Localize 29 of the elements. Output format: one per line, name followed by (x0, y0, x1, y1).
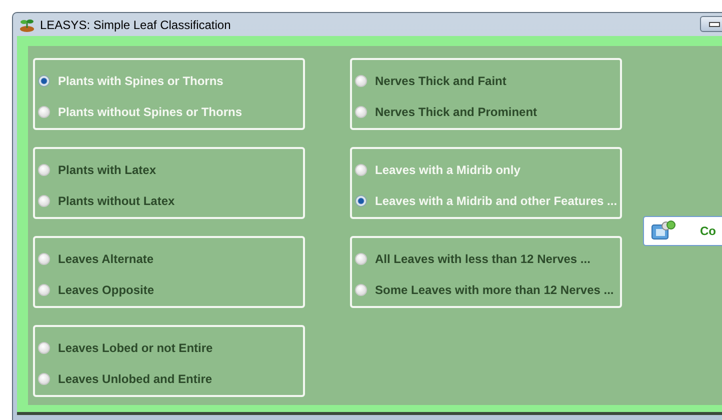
radio-button[interactable] (355, 106, 367, 118)
radio-button[interactable] (38, 106, 50, 118)
radio-button[interactable] (38, 342, 50, 354)
plant-pot-icon (19, 16, 35, 32)
radio-button[interactable] (355, 164, 367, 176)
radio-option[interactable]: All Leaves with less than 12 Nerves ... (355, 250, 620, 268)
radio-option[interactable]: Plants with Latex (38, 161, 303, 179)
radio-option[interactable]: Nerves Thick and Faint (355, 72, 620, 90)
side-button[interactable]: Co (643, 216, 722, 246)
radio-option[interactable]: Leaves Unlobed and Entire (38, 370, 303, 388)
radio-button[interactable] (38, 284, 50, 296)
radio-button[interactable] (38, 373, 50, 385)
radio-option[interactable]: Leaves Opposite (38, 281, 303, 299)
radio-button[interactable] (38, 164, 50, 176)
radio-option[interactable]: Plants without Latex (38, 192, 303, 210)
radio-button[interactable] (355, 284, 367, 296)
window-title: LEASYS: Simple Leaf Classification (40, 18, 231, 32)
radio-option[interactable]: Nerves Thick and Prominent (355, 103, 620, 121)
radio-button[interactable] (355, 75, 367, 87)
radio-option[interactable]: Leaves Lobed or not Entire (38, 339, 303, 357)
minimize-button[interactable] (700, 16, 722, 32)
window-add-icon (650, 220, 676, 242)
radio-option[interactable]: Some Leaves with more than 12 Nerves ... (355, 281, 620, 299)
radio-button[interactable] (38, 75, 50, 87)
radio-button[interactable] (38, 195, 50, 207)
radio-button[interactable] (355, 195, 367, 207)
radio-button[interactable] (355, 253, 367, 265)
radio-option[interactable]: Leaves Alternate (38, 250, 303, 268)
radio-button[interactable] (38, 253, 50, 265)
